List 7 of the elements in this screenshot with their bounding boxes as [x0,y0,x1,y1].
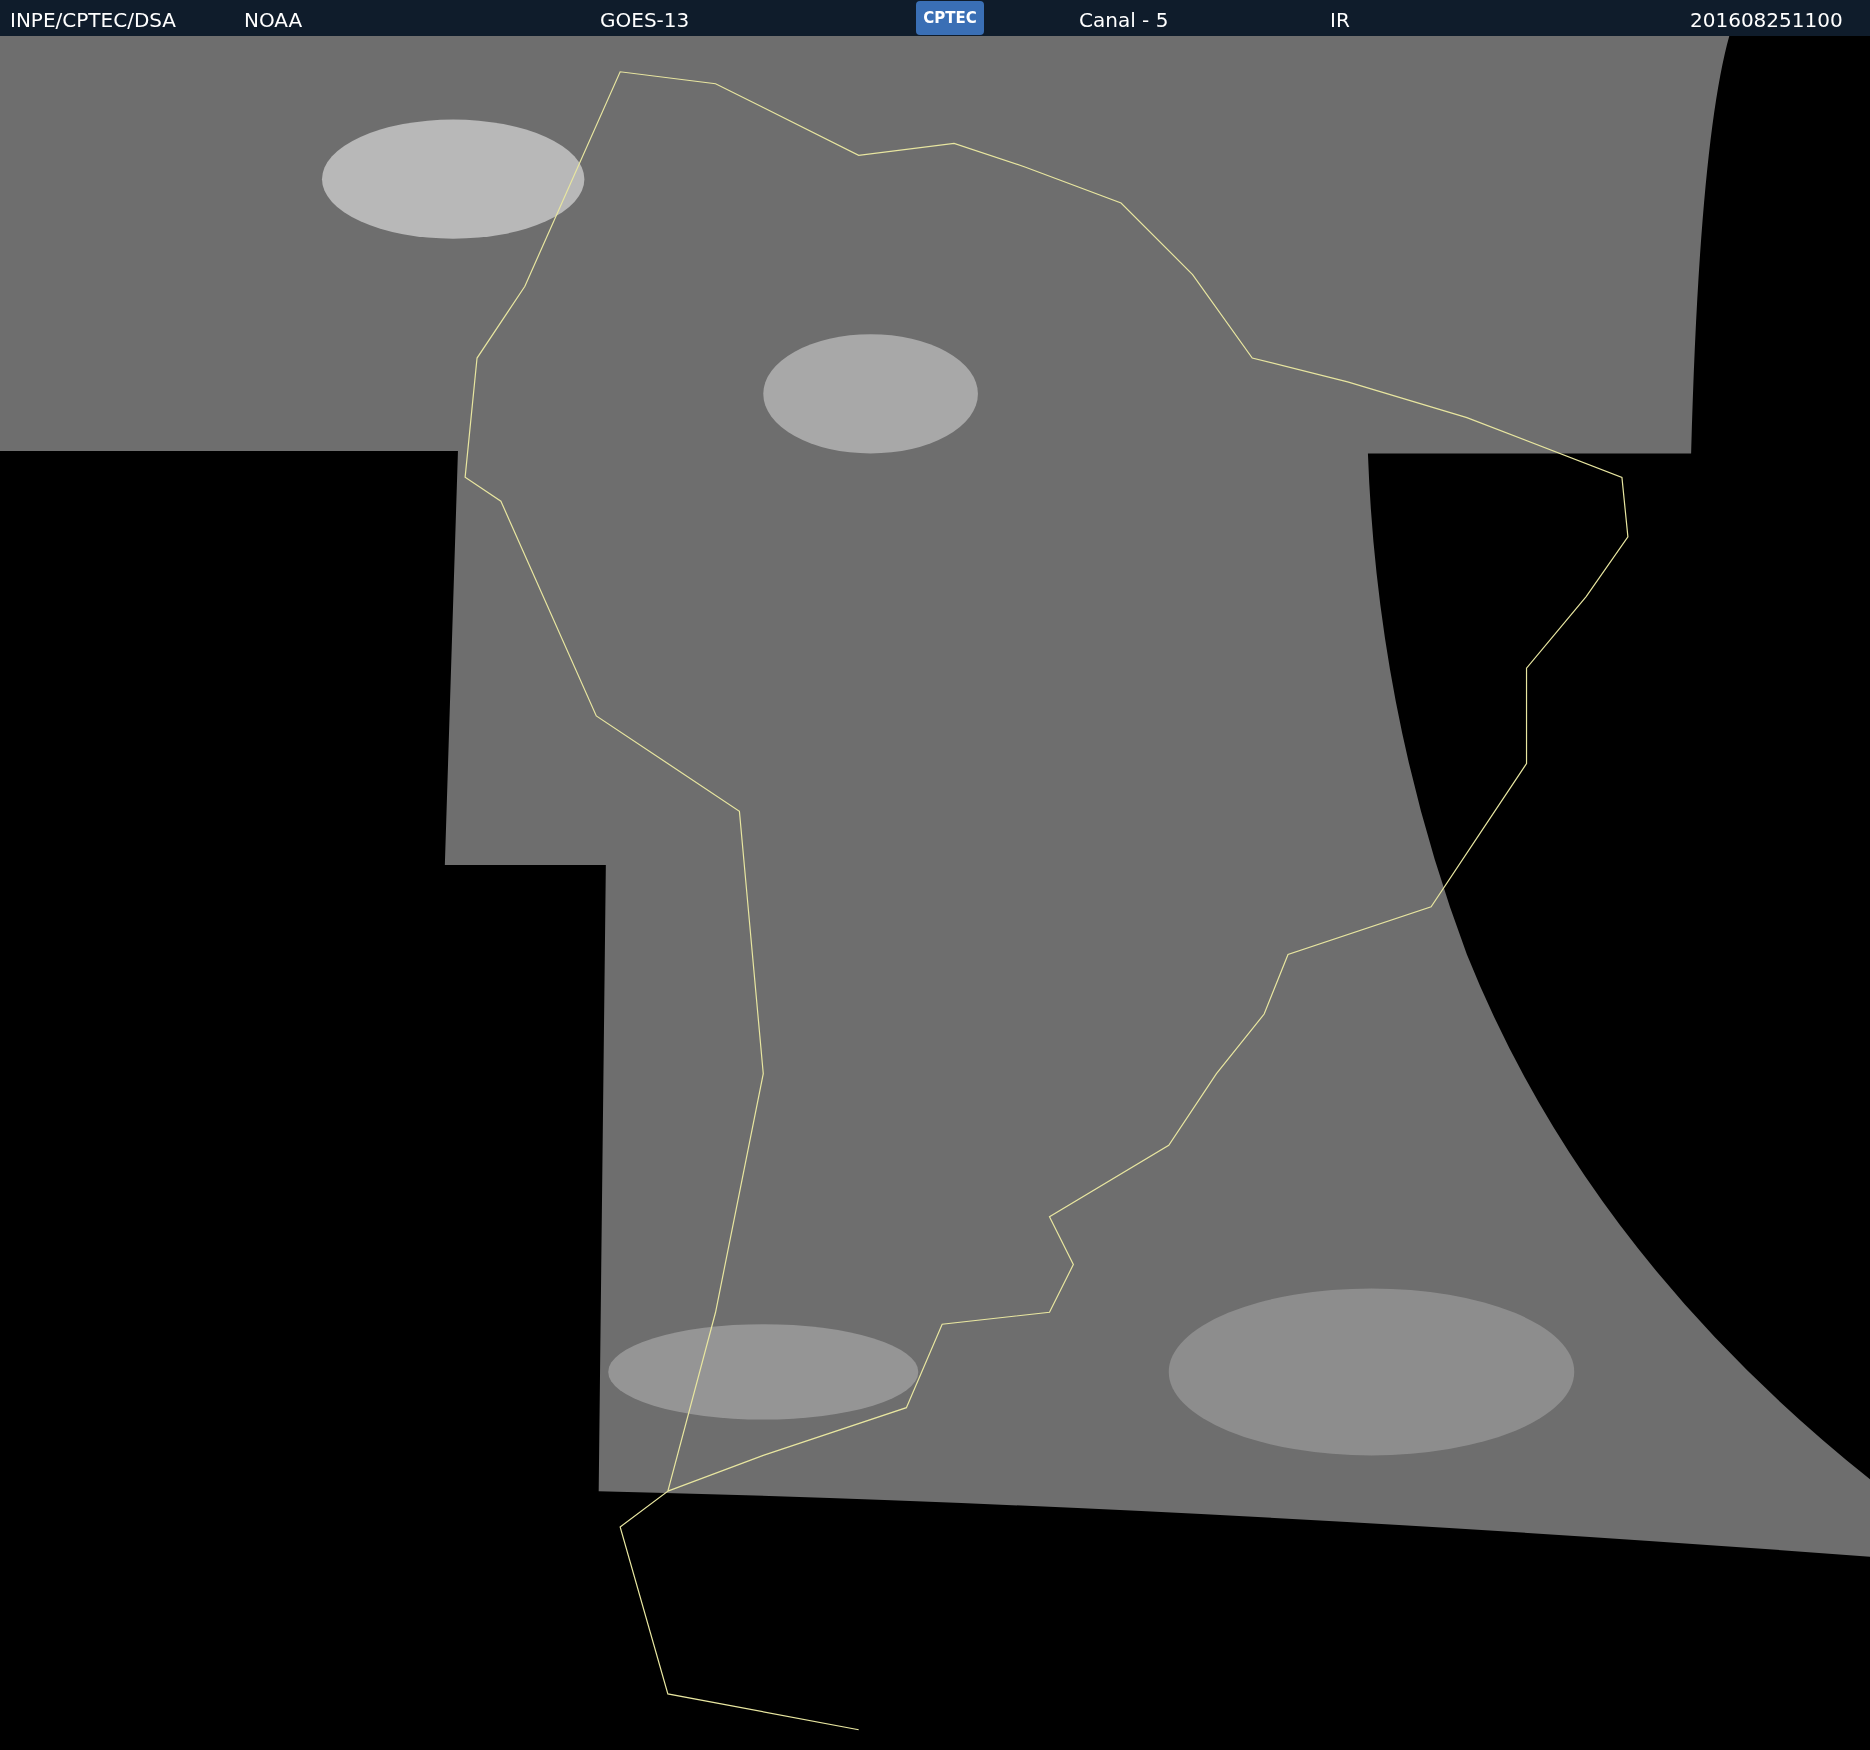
header-label: INPE/CPTEC/DSA [10,7,177,34]
header-label: Canal - 5 [1079,7,1169,34]
logo: CPTEC [916,1,984,35]
header-label: 201608251100 [1690,7,1843,34]
header-label: GOES-13 [600,7,690,34]
header-label: NOAA [244,7,303,34]
header-label: IR [1330,7,1350,34]
